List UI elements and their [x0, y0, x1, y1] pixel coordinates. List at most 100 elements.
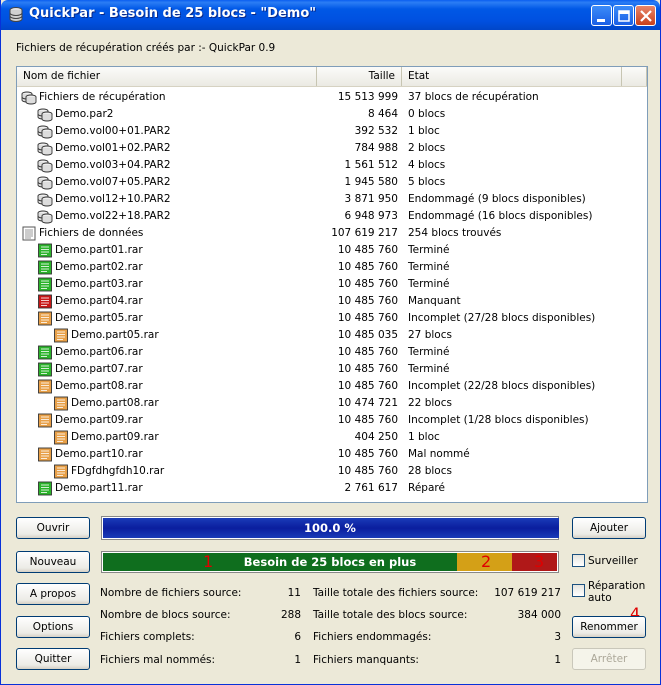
column-header-name[interactable]: Nom de fichier [17, 67, 317, 86]
verify-progress-bar: 100.0 % [101, 516, 559, 540]
table-row[interactable]: Demo.part08.rar 10 474 721 22 blocs [17, 395, 647, 412]
complete-files-value: 6 [294, 631, 301, 643]
table-row[interactable]: Demo.part11.rar 2 761 617 Réparé [17, 480, 647, 497]
file-fragment-icon [53, 430, 69, 445]
quit-button[interactable]: Quitter [16, 648, 90, 670]
source-files-value: 11 [287, 587, 301, 599]
file-missing-icon [37, 294, 53, 309]
file-state: Incomplet (1/28 blocs disponibles) [408, 414, 589, 426]
list-header: Nom de fichier Taille Etat [17, 67, 647, 87]
file-name: Demo.part08.rar [71, 397, 159, 409]
file-ok-icon [37, 481, 53, 496]
recovery-file-icon [37, 141, 53, 156]
table-row[interactable]: Demo.vol01+02.PAR2 784 988 2 blocs [17, 140, 647, 157]
file-state: 22 blocs [408, 397, 452, 409]
file-size: 10 485 760 [337, 448, 398, 460]
file-partial-icon [37, 447, 53, 462]
file-state: 254 blocs trouvés [408, 227, 502, 239]
file-size: 10 485 760 [337, 312, 398, 324]
table-row[interactable]: Demo.part03.rar 10 485 760 Terminé [17, 276, 647, 293]
app-icon [9, 7, 23, 22]
file-name: Demo.part09.rar [71, 431, 159, 443]
recovery-file-icon [37, 175, 53, 190]
new-button[interactable]: Nouveau [16, 551, 90, 573]
file-size: 404 250 [354, 431, 398, 443]
file-ok-icon [37, 243, 53, 258]
file-name: Demo.par2 [55, 108, 114, 120]
column-header-state[interactable]: Etat [402, 67, 622, 86]
file-ok-icon [37, 277, 53, 292]
table-row[interactable]: Demo.vol22+18.PAR2 6 948 973 Endommagé (16… [17, 208, 647, 225]
file-partial-icon [37, 311, 53, 326]
data-group-icon [21, 226, 37, 241]
table-row[interactable]: Demo.vol12+10.PAR2 3 871 950 Endommagé (9 … [17, 191, 647, 208]
add-button[interactable]: Ajouter [572, 517, 646, 539]
table-row[interactable]: Demo.part10.rar 10 485 760 Mal nommé [17, 446, 647, 463]
table-row[interactable]: Demo.vol03+04.PAR2 1 561 512 4 blocs [17, 157, 647, 174]
file-state: Terminé [408, 363, 450, 375]
table-row[interactable]: Demo.part09.rar 404 250 1 bloc [17, 429, 647, 446]
table-row[interactable]: Demo.part04.rar 10 485 760 Manquant [17, 293, 647, 310]
file-name: Demo.part07.rar [55, 363, 143, 375]
close-icon [640, 10, 652, 22]
table-row[interactable]: Demo.part08.rar 10 485 760 Incomplet (22/2… [17, 378, 647, 395]
table-row[interactable]: Demo.vol07+05.PAR2 1 945 580 5 blocs [17, 174, 647, 191]
table-row[interactable]: Demo.part05.rar 10 485 035 27 blocs [17, 327, 647, 344]
recovery-file-icon [37, 192, 53, 207]
minimize-button[interactable] [591, 5, 612, 26]
stop-button[interactable]: Arrêter [572, 648, 646, 670]
column-header-size[interactable]: Taille [317, 67, 402, 86]
file-name: Demo.part02.rar [55, 261, 143, 273]
file-name: Demo.part10.rar [55, 448, 143, 460]
file-ok-icon [37, 260, 53, 275]
recovery-file-icon [37, 107, 53, 122]
file-size: 10 485 760 [337, 414, 398, 426]
table-row[interactable]: Demo.par2 8 464 0 blocs [17, 106, 647, 123]
file-size: 10 485 760 [337, 244, 398, 256]
annotation-marker-2: 2 [481, 552, 492, 571]
close-button[interactable] [635, 5, 656, 26]
file-state: Terminé [408, 346, 450, 358]
monitor-label: Surveiller [588, 555, 638, 567]
file-name: Demo.part03.rar [55, 278, 143, 290]
file-name: Demo.part05.rar [71, 329, 159, 341]
source-blocks-value: 288 [280, 609, 301, 621]
file-size: 2 761 617 [344, 482, 398, 494]
missing-files-label: Fichiers manquants: [313, 654, 419, 666]
table-row[interactable]: Demo.part06.rar 10 485 760 Terminé [17, 344, 647, 361]
table-row[interactable]: Demo.part02.rar 10 485 760 Terminé [17, 259, 647, 276]
table-row[interactable]: Demo.part01.rar 10 485 760 Terminé [17, 242, 647, 259]
open-button[interactable]: Ouvrir [16, 517, 90, 539]
recovery-creator-label: Fichiers de récupération créés par :- Qu… [16, 42, 276, 54]
file-name: Demo.part04.rar [55, 295, 143, 307]
window-title: QuickPar - Besoin de 25 blocs - "Demo" [29, 6, 317, 21]
options-button[interactable]: Options [16, 616, 90, 638]
about-button[interactable]: A propos [16, 583, 90, 605]
file-name: FDgfdhgfdh10.rar [71, 465, 165, 477]
file-size: 15 513 999 [337, 91, 398, 103]
table-row[interactable]: FDgfdhgfdh10.rar 10 485 760 28 blocs [17, 463, 647, 480]
auto-repair-checkbox[interactable] [572, 584, 585, 597]
title-bar[interactable]: QuickPar - Besoin de 25 blocs - "Demo" [1, 0, 660, 30]
file-state: Terminé [408, 278, 450, 290]
table-row[interactable]: Fichiers de données 107 619 217 254 blocs … [17, 225, 647, 242]
maximize-button[interactable] [613, 5, 634, 26]
file-name: Demo.part09.rar [55, 414, 143, 426]
file-state: 1 bloc [408, 431, 440, 443]
file-state: 4 blocs [408, 159, 446, 171]
file-name: Demo.vol00+01.PAR2 [55, 125, 171, 137]
complete-files-label: Fichiers complets: [100, 631, 195, 643]
damaged-files-value: 3 [554, 631, 561, 643]
table-row[interactable]: Demo.part09.rar 10 485 760 Incomplet (1/28… [17, 412, 647, 429]
verify-progress-label: 100.0 % [304, 521, 356, 535]
recovery-file-icon [37, 124, 53, 139]
file-name: Fichiers de données [39, 227, 144, 239]
table-row[interactable]: Demo.part07.rar 10 485 760 Terminé [17, 361, 647, 378]
table-row[interactable]: Demo.vol00+01.PAR2 392 532 1 bloc [17, 123, 647, 140]
table-row[interactable]: Demo.part05.rar 10 485 760 Incomplet (27/2… [17, 310, 647, 327]
rename-button[interactable]: Renommer [572, 616, 646, 638]
monitor-checkbox[interactable] [572, 554, 585, 567]
file-state: Réparé [408, 482, 445, 494]
file-list[interactable]: Nom de fichier Taille Etat Fichiers de r… [16, 66, 648, 503]
table-row[interactable]: Fichiers de récupération 15 513 999 37 blo… [17, 89, 647, 106]
